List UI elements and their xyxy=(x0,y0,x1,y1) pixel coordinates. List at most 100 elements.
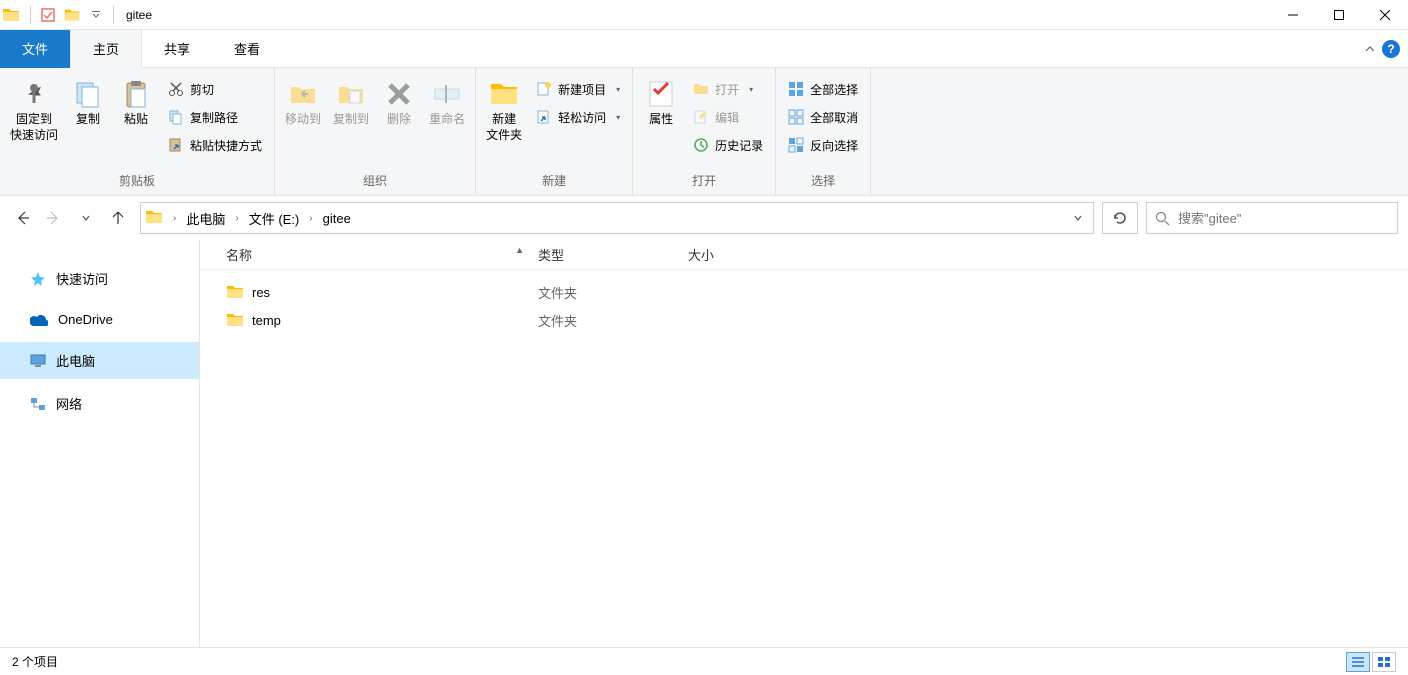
maximize-button[interactable] xyxy=(1316,0,1362,30)
open-button[interactable]: 打开▾ xyxy=(689,76,767,102)
new-item-button[interactable]: 新建项目▾ xyxy=(532,76,624,102)
tab-view[interactable]: 查看 xyxy=(212,30,282,68)
search-icon xyxy=(1155,211,1170,226)
properties-icon xyxy=(645,78,677,110)
delete-label: 删除 xyxy=(387,112,411,128)
pin-label: 固定到 快速访问 xyxy=(10,112,58,143)
tab-share[interactable]: 共享 xyxy=(142,30,212,68)
organize-group-label: 组织 xyxy=(279,168,471,195)
view-details-button[interactable] xyxy=(1346,652,1370,672)
col-header-size[interactable]: 大小 xyxy=(680,245,780,264)
sidebar-item-this-pc[interactable]: 此电脑 xyxy=(0,342,199,379)
breadcrumb-sep[interactable]: › xyxy=(303,213,318,224)
folder-icon xyxy=(145,208,165,228)
qat-properties[interactable] xyxy=(37,4,59,26)
select-all-icon xyxy=(788,81,804,97)
breadcrumb-dropdown[interactable] xyxy=(1067,213,1089,223)
easy-access-icon xyxy=(536,109,552,125)
breadcrumb-item[interactable]: 文件 (E:) xyxy=(245,209,304,228)
view-large-icons-button[interactable] xyxy=(1372,652,1396,672)
new-item-label: 新建项目 xyxy=(558,81,606,98)
rename-label: 重命名 xyxy=(429,112,465,128)
copy-path-label: 复制路径 xyxy=(190,109,238,126)
paste-button[interactable]: 粘贴 xyxy=(112,76,160,130)
sidebar-item-quick-access[interactable]: 快速访问 xyxy=(0,260,199,297)
window-title: gitee xyxy=(118,8,152,22)
properties-label: 属性 xyxy=(649,112,673,128)
file-type: 文件夹 xyxy=(530,311,680,330)
col-header-name[interactable]: 名称 ▲ xyxy=(218,245,530,264)
breadcrumb-sep[interactable]: › xyxy=(229,213,244,224)
sidebar-item-network[interactable]: 网络 xyxy=(0,385,199,422)
recent-locations-button[interactable] xyxy=(72,204,100,232)
select-all-label: 全部选择 xyxy=(810,81,858,98)
back-button[interactable] xyxy=(8,204,36,232)
pc-icon xyxy=(30,354,46,368)
easy-access-button[interactable]: 轻松访问▾ xyxy=(532,104,624,130)
ribbon-group-clipboard: 固定到 快速访问 复制 粘贴 剪切 复制路径 xyxy=(0,68,275,195)
minimize-button[interactable] xyxy=(1270,0,1316,30)
sidebar-item-onedrive[interactable]: OneDrive xyxy=(0,303,199,336)
edit-icon xyxy=(693,109,709,125)
cloud-icon xyxy=(30,314,48,326)
history-button[interactable]: 历史记录 xyxy=(689,132,767,158)
copy-to-button[interactable]: 复制到 xyxy=(327,76,375,130)
tabs-bar: 文件 主页 共享 查看 ? xyxy=(0,30,1408,68)
select-none-button[interactable]: 全部取消 xyxy=(784,104,862,130)
breadcrumb-sep[interactable]: › xyxy=(167,213,182,224)
invert-selection-button[interactable]: 反向选择 xyxy=(784,132,862,158)
search-input[interactable] xyxy=(1178,211,1389,226)
refresh-button[interactable] xyxy=(1102,202,1138,234)
cut-button[interactable]: 剪切 xyxy=(164,76,266,102)
new-folder-label: 新建 文件夹 xyxy=(486,112,522,143)
copy-label: 复制 xyxy=(76,112,100,128)
collapse-ribbon-button[interactable] xyxy=(1364,43,1376,55)
col-header-type[interactable]: 类型 xyxy=(530,245,680,264)
quick-access-toolbar xyxy=(22,4,118,26)
breadcrumb-item[interactable]: 此电脑 xyxy=(182,209,229,228)
breadcrumb-item[interactable]: gitee xyxy=(319,211,355,226)
rename-button[interactable]: 重命名 xyxy=(423,76,471,130)
cut-label: 剪切 xyxy=(190,81,214,98)
new-folder-button[interactable]: 新建 文件夹 xyxy=(480,76,528,145)
up-button[interactable] xyxy=(104,204,132,232)
tab-home[interactable]: 主页 xyxy=(70,30,142,68)
copy-to-label: 复制到 xyxy=(333,112,369,128)
qat-folder[interactable] xyxy=(61,4,83,26)
paste-icon xyxy=(120,78,152,110)
qat-dropdown[interactable] xyxy=(85,4,107,26)
select-all-button[interactable]: 全部选择 xyxy=(784,76,862,102)
sidebar-label: 网络 xyxy=(56,394,82,413)
item-count: 2 个项目 xyxy=(12,653,58,670)
help-button[interactable]: ? xyxy=(1382,40,1400,58)
delete-button[interactable]: 删除 xyxy=(375,76,423,130)
search-box[interactable] xyxy=(1146,202,1398,234)
clipboard-group-label: 剪贴板 xyxy=(4,168,270,195)
new-item-icon xyxy=(536,81,552,97)
ribbon: 固定到 快速访问 复制 粘贴 剪切 复制路径 xyxy=(0,68,1408,196)
history-icon xyxy=(693,137,709,153)
copy-path-button[interactable]: 复制路径 xyxy=(164,104,266,130)
sidebar-label: 此电脑 xyxy=(56,351,95,370)
edit-label: 编辑 xyxy=(715,109,739,126)
copy-button[interactable]: 复制 xyxy=(64,76,112,130)
edit-button[interactable]: 编辑 xyxy=(689,104,767,130)
pin-quick-access-button[interactable]: 固定到 快速访问 xyxy=(4,76,64,145)
breadcrumb[interactable]: › 此电脑 › 文件 (E:) › gitee xyxy=(140,202,1094,234)
paste-shortcut-button[interactable]: 粘贴快捷方式 xyxy=(164,132,266,158)
forward-button[interactable] xyxy=(40,204,68,232)
file-name: res xyxy=(252,285,270,300)
title-bar: gitee xyxy=(0,0,1408,30)
ribbon-group-organize: 移动到 复制到 删除 重命名 组织 xyxy=(275,68,476,195)
file-row[interactable]: res 文件夹 xyxy=(200,278,1408,306)
properties-button[interactable]: 属性 xyxy=(637,76,685,130)
ribbon-group-select: 全部选择 全部取消 反向选择 选择 xyxy=(776,68,871,195)
status-bar: 2 个项目 xyxy=(0,647,1408,675)
tab-file[interactable]: 文件 xyxy=(0,30,70,68)
copy-path-icon xyxy=(168,109,184,125)
new-group-label: 新建 xyxy=(480,168,628,195)
close-button[interactable] xyxy=(1362,0,1408,30)
file-row[interactable]: temp 文件夹 xyxy=(200,306,1408,334)
move-to-button[interactable]: 移动到 xyxy=(279,76,327,130)
select-group-label: 选择 xyxy=(780,168,866,195)
